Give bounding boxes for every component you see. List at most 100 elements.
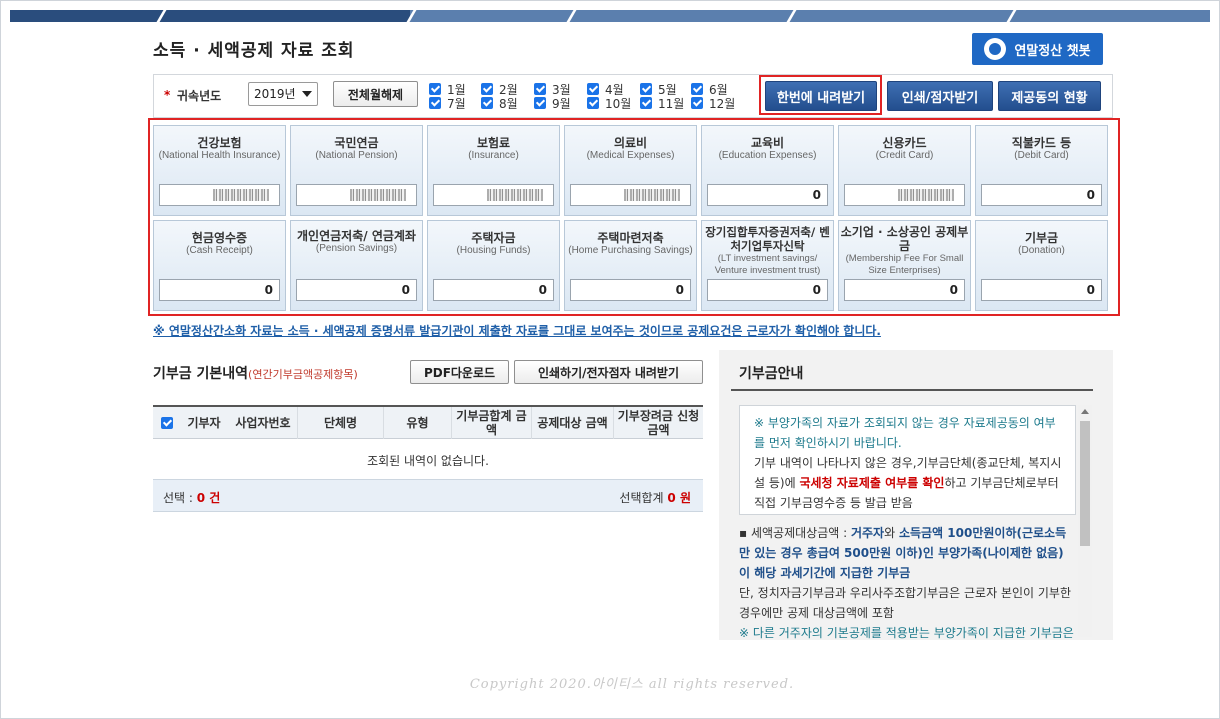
card-debit-card[interactable]: 직불카드 등 (Debit Card) 0 xyxy=(975,125,1108,216)
card-title: 현금영수증 xyxy=(191,231,248,245)
chatbot-logo-icon xyxy=(984,38,1007,60)
card-small-enterprise-fund[interactable]: 소기업 · 소상공인 공제부금 (Membership Fee For Smal… xyxy=(838,220,971,311)
pdf-download-button[interactable]: PDF다운로드 xyxy=(410,360,509,384)
card-pension-savings[interactable]: 개인연금저축/ 연금계좌 (Pension Savings) 0 xyxy=(290,220,423,311)
card-donation[interactable]: 기부금 (Donation) 0 xyxy=(975,220,1108,311)
deduction-cards: 건강보험 (National Health Insurance) 국민연금 (N… xyxy=(153,124,1113,314)
card-subtitle: (Donation) xyxy=(1018,245,1065,256)
month-checkbox-8[interactable]: 8월 xyxy=(481,96,518,111)
card-subtitle: (Medical Expenses) xyxy=(586,150,675,161)
card-national-pension[interactable]: 국민연금 (National Pension) xyxy=(290,125,423,216)
year-select[interactable]: 2019년 xyxy=(248,82,318,106)
card-housing-funds[interactable]: 주택자금 (Housing Funds) 0 xyxy=(427,220,560,311)
card-education-expenses[interactable]: 교육비 (Education Expenses) 0 xyxy=(701,125,834,216)
checkbox-checked-icon xyxy=(534,97,546,109)
col-incentive-amount: 기부장려금 신청금액 xyxy=(613,407,703,439)
month-label: 8월 xyxy=(499,96,518,111)
checkbox-checked-icon xyxy=(640,83,652,95)
card-title: 직불카드 등 xyxy=(1011,136,1072,150)
card-cash-receipt[interactable]: 현금영수증 (Cash Receipt) 0 xyxy=(153,220,286,311)
card-health-insurance[interactable]: 건강보험 (National Health Insurance) xyxy=(153,125,286,216)
checkbox-checked-icon xyxy=(640,97,652,109)
top-banner-divider xyxy=(1006,10,1017,22)
chevron-down-icon xyxy=(302,91,312,97)
card-subtitle: (Education Expenses) xyxy=(718,150,817,161)
card-title: 기부금 xyxy=(1024,231,1059,245)
donation-section-title: 기부금 기본내역(연간기부금액공제항목) xyxy=(153,363,358,383)
col-type: 유형 xyxy=(383,407,451,439)
card-title: 신용카드 xyxy=(882,136,927,150)
checkbox-checked-icon xyxy=(429,83,441,95)
col-donation-total: 기부금합계 금액 xyxy=(451,407,531,439)
card-title: 주택자금 xyxy=(471,231,516,245)
card-lt-investment-savings[interactable]: 장기집합투자증권저축/ 벤처기업투자신탁 (LT investment savi… xyxy=(701,220,834,311)
card-medical-expenses[interactable]: 의료비 (Medical Expenses) xyxy=(564,125,697,216)
month-checkbox-9[interactable]: 9월 xyxy=(534,96,571,111)
month-checkbox-7[interactable]: 7월 xyxy=(429,96,466,111)
masked-value xyxy=(487,189,543,201)
month-checkbox-10[interactable]: 10월 xyxy=(587,96,631,111)
month-label: 11월 xyxy=(658,96,685,111)
top-banner-divider xyxy=(786,10,797,22)
guide-deductible-desc: ▪ 세액공제대상금액 : 거주자와 소득금액 100만원이하(근로소득만 있는 … xyxy=(739,526,1067,580)
card-subtitle: (National Health Insurance) xyxy=(158,150,281,161)
card-subtitle: (Pension Savings) xyxy=(315,243,398,254)
card-title: 소기업 · 소상공인 공제부금 xyxy=(840,225,969,253)
chatbot-button[interactable]: 연말정산 챗봇 xyxy=(972,33,1103,65)
checkbox-checked-icon xyxy=(481,97,493,109)
guide-box-line1: ※ 부양가족의 자료가 조회되지 않는 경우 자료제공동의 여부를 먼저 확인하… xyxy=(754,416,1056,450)
checkbox-checked-icon xyxy=(534,83,546,95)
download-all-button[interactable]: 한번에 내려받기 xyxy=(765,81,877,111)
card-title: 개인연금저축/ 연금계좌 xyxy=(297,229,416,243)
deduction-notice-link[interactable]: ※ 연말정산간소화 자료는 소득 · 세액공제 증명서류 발급기관이 제출한 자… xyxy=(153,322,881,339)
card-value: 0 xyxy=(981,184,1102,206)
guide-scrollbar[interactable] xyxy=(1078,405,1092,637)
toggle-all-months-button[interactable]: 전체월해제 xyxy=(333,81,418,107)
card-subtitle: (Housing Funds) xyxy=(456,245,531,256)
col-deductible-amount: 공제대상 금액 xyxy=(531,407,613,439)
donation-title: 기부금 기본내역 xyxy=(153,366,249,382)
masked-value xyxy=(624,189,680,201)
guide-box-line2: 기부 내역이 나타나지 않은 경우,기부금단체(종교단체, 복지시설 등)에 국… xyxy=(754,456,1062,510)
month-checkbox-11[interactable]: 11월 xyxy=(640,96,685,111)
print-braille-button[interactable]: 인쇄/점자받기 xyxy=(887,81,993,111)
card-value: 0 xyxy=(981,279,1102,301)
print-download-button[interactable]: 인쇄하기/전자점자 내려받기 xyxy=(514,360,703,384)
select-all-checkbox[interactable] xyxy=(159,407,175,439)
col-business-number: 사업자번호 xyxy=(235,416,291,430)
card-home-purchasing-savings[interactable]: 주택마련저축 (Home Purchasing Savings) 0 xyxy=(564,220,697,311)
card-value: 0 xyxy=(707,279,828,301)
card-title: 주택마련저축 xyxy=(597,231,664,245)
col-organization: 단체명 xyxy=(297,407,383,439)
page-title: 소득 · 세액공제 자료 조회 xyxy=(153,41,355,61)
masked-value xyxy=(350,189,406,201)
card-value: 0 xyxy=(844,279,965,301)
top-banner-divider xyxy=(566,10,577,22)
guide-political-note: 단, 정치자금기부금과 우리사주조합기부금은 근로자 본인이 기부한 경우에만 … xyxy=(739,586,1072,620)
donation-table-footer: 선택 : 0 건 선택합계 0 원 xyxy=(153,479,703,512)
selected-sum: 선택합계 0 원 xyxy=(619,491,691,505)
card-value: 0 xyxy=(433,279,554,301)
scroll-up-icon[interactable] xyxy=(1081,409,1089,414)
guide-detail-text: ▪ 세액공제대상금액 : 거주자와 소득금액 100만원이하(근로소득만 있는 … xyxy=(739,523,1074,641)
top-banner-bar xyxy=(10,10,1210,22)
provider-consent-button[interactable]: 제공동의 현황 xyxy=(998,81,1101,111)
card-value xyxy=(433,184,554,206)
month-label: 12월 xyxy=(709,96,736,111)
card-subtitle: (Membership Fee For Small Size Enterpris… xyxy=(845,253,964,276)
card-credit-card[interactable]: 신용카드 (Credit Card) xyxy=(838,125,971,216)
checkbox-checked-icon xyxy=(587,97,599,109)
col-donor: 기부자 xyxy=(187,416,221,430)
card-title: 교육비 xyxy=(750,136,785,150)
guide-dependent-note: ※ 다른 거주자의 기본공제를 적용받는 부양가족이 지급한 기부금은 xyxy=(739,626,1074,640)
card-title: 국민연금 xyxy=(334,136,379,150)
checkbox-checked-icon xyxy=(587,83,599,95)
card-title: 건강보험 xyxy=(197,136,242,150)
checkbox-checked-icon xyxy=(161,417,173,429)
card-value: 0 xyxy=(159,279,280,301)
scroll-thumb[interactable] xyxy=(1080,421,1090,546)
card-insurance[interactable]: 보험료 (Insurance) xyxy=(427,125,560,216)
donation-subtitle: (연간기부금액공제항목) xyxy=(248,368,358,381)
card-subtitle: (National Pension) xyxy=(315,150,398,161)
month-checkbox-12[interactable]: 12월 xyxy=(691,96,736,111)
